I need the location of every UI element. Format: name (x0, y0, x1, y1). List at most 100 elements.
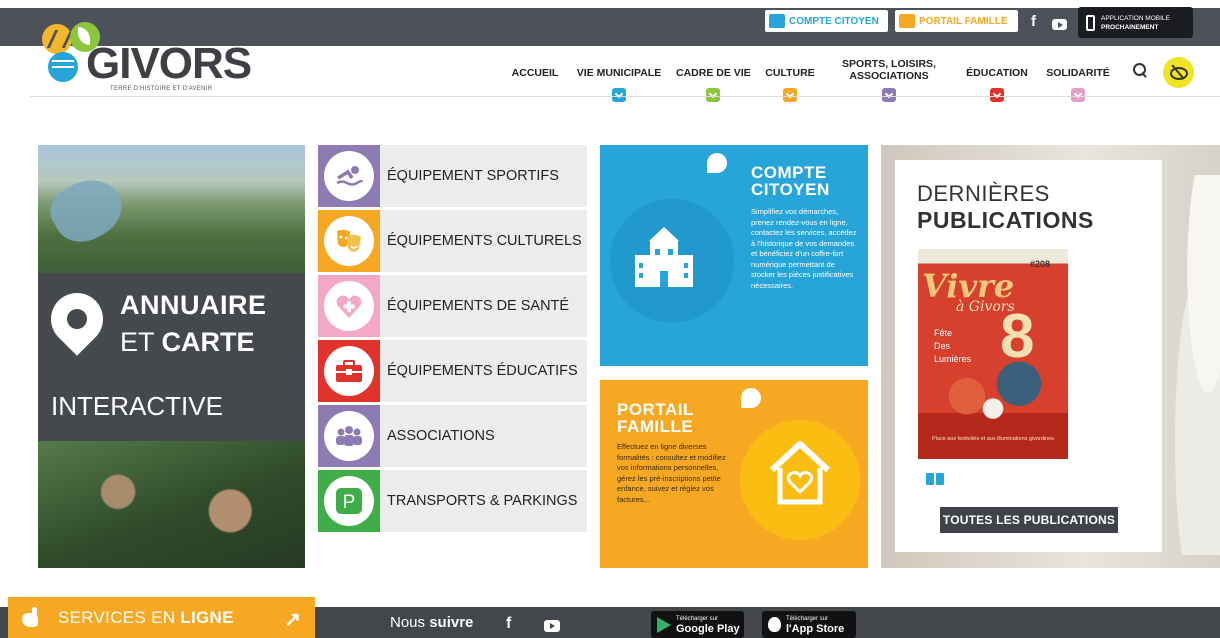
page: COMPTE CITOYEN PORTAIL FAMILLE f APPLICA… (0, 0, 1220, 638)
house-icon (899, 14, 915, 28)
annuaire-title: ANNUAIRE (120, 290, 267, 320)
famille-title-2: FAMILLE (617, 417, 694, 436)
nav-label: SPORTS, LOISIRS, (842, 58, 936, 70)
nav-label: CULTURE (765, 67, 815, 79)
logo-yellow-circle-icon (42, 24, 72, 54)
speech-bubble-icon (741, 388, 761, 408)
associations-item[interactable]: ASSOCIATIONS (318, 405, 587, 467)
annuaire-carte: CARTE (161, 327, 255, 357)
accessibility-eye-icon[interactable] (1163, 57, 1194, 88)
equipment-culturels-item[interactable]: ÉQUIPEMENTS CULTURELS (318, 210, 587, 272)
chevron-down-icon[interactable] (990, 88, 1004, 102)
app-store-button[interactable]: Télécharger sur l'App Store (762, 611, 856, 638)
google-play-icon (657, 616, 671, 633)
arrow-up-right-icon: ↗ (284, 609, 301, 631)
portail-famille-button[interactable]: PORTAIL FAMILLE (895, 10, 1018, 32)
services-en-ligne-button[interactable]: SERVICES EN LIGNE ↗ (8, 597, 315, 638)
magazine-number: #208 (1030, 259, 1051, 269)
google-play-button[interactable]: Télécharger sur Google Play (651, 611, 744, 638)
compte-citoyen-tile[interactable]: COMPTE CITOYEN Simplifiez vos démarches,… (600, 145, 868, 366)
nav-divider (30, 96, 1220, 97)
statue-image (1160, 175, 1220, 555)
footer-facebook-icon[interactable]: f (506, 615, 511, 633)
group-icon (336, 426, 362, 446)
portail-famille-tile[interactable]: PORTAIL FAMILLE Effectuez en ligne diver… (600, 380, 868, 568)
chevron-down-icon[interactable] (612, 88, 626, 102)
magazine-cover[interactable]: #208 Vivre à Givors 8 Fête Des Lumières … (918, 249, 1068, 459)
nav-item-solidarite[interactable]: SOLIDARITÉ (1044, 58, 1112, 108)
magazine-footer: Place aux festivités et aux illumination… (932, 436, 1054, 442)
equipment-culturels-icon-box (318, 210, 380, 272)
equipment-educatifs-item[interactable]: ÉQUIPEMENTS ÉDUCATIFS (318, 340, 587, 402)
equipment-sportifs-icon-box (318, 145, 380, 207)
logo-water-icon (48, 52, 78, 82)
nav-item-accueil[interactable]: ACCUEIL (508, 58, 562, 108)
mobile-app-text: APPLICATION MOBILE PROCHAINEMENT (1101, 14, 1170, 32)
footer-youtube-icon[interactable] (544, 620, 560, 632)
mobile-app-line1: APPLICATION MOBILE (1101, 14, 1170, 22)
equipment-sportifs-item[interactable]: ÉQUIPEMENT SPORTIFS (318, 145, 587, 207)
nav-label: CADRE DE VIE (676, 67, 751, 79)
equipment-label: TRANSPORTS & PARKINGS (387, 493, 578, 509)
search-icon[interactable] (1133, 63, 1149, 79)
chevron-down-icon[interactable] (1071, 88, 1085, 102)
app-store-text: Télécharger sur l'App Store (786, 615, 844, 635)
youtube-icon[interactable] (1052, 19, 1067, 30)
publications-heading-2: PUBLICATIONS (917, 207, 1094, 233)
chevron-down-icon[interactable] (783, 88, 797, 102)
nav-label-line2: ASSOCIATIONS (849, 70, 929, 82)
swimmer-icon (336, 166, 363, 186)
aerial-photo-bottom (38, 441, 305, 568)
famille-title-1: PORTAIL (617, 400, 694, 419)
nav-label: ÉDUCATION (966, 67, 1028, 79)
portail-famille-label: PORTAIL FAMILLE (919, 15, 1008, 27)
annuaire-carte-tile[interactable]: ANNUAIRE ET CARTE INTERACTIVE (38, 145, 305, 568)
equipment-sante-item[interactable]: ÉQUIPEMENTS DE SANTÉ (318, 275, 587, 337)
nav-label: ACCUEIL (511, 67, 559, 79)
famille-description: Effectuez en ligne diverses formalités :… (617, 442, 726, 504)
logo-tagline: TERRE D'HISTOIRE ET D'AVENIR (110, 86, 213, 92)
gp-small: Télécharger sur (676, 615, 719, 622)
heart-cross-icon (336, 295, 362, 318)
magazine-illustration (928, 359, 1058, 421)
nav-item-education[interactable]: ÉDUCATION (962, 58, 1032, 108)
nav-item-cadre-de-vie[interactable]: CADRE DE VIE (676, 58, 751, 108)
house-heart-icon (769, 441, 831, 505)
nav-label: SOLIDARITÉ (1046, 67, 1110, 79)
hand-pointer-icon (18, 606, 44, 629)
equipment-label: ASSOCIATIONS (387, 428, 495, 444)
nav-item-vie-municipale[interactable]: VIE MUNICIPALE (574, 58, 664, 108)
book-open-icon[interactable] (926, 469, 944, 487)
phone-icon (1086, 14, 1095, 31)
mobile-app-button[interactable]: APPLICATION MOBILE PROCHAINEMENT (1078, 7, 1193, 38)
nav-label: VIE MUNICIPALE (576, 67, 662, 79)
gp-big: Google Play (676, 622, 740, 635)
transports-parkings-item[interactable]: P TRANSPORTS & PARKINGS (318, 470, 587, 532)
equipment-label: ÉQUIPEMENTS DE SANTÉ (387, 298, 570, 314)
annuaire-interactive: INTERACTIVE (51, 391, 223, 421)
citoyen-title-1: COMPTE (751, 163, 827, 182)
transports-icon-box: P (318, 470, 380, 532)
citoyen-description: Simplifiez vos démarches, prenez rendez-… (751, 207, 857, 290)
annuaire-subtitle: ET CARTE (120, 327, 255, 358)
equipment-educatifs-icon-box (318, 340, 380, 402)
nav-item-sports-loisirs[interactable]: SPORTS, LOISIRS, ASSOCIATIONS (836, 58, 942, 108)
facebook-icon[interactable]: f (1031, 13, 1036, 30)
annuaire-et: ET (120, 327, 162, 357)
chevron-down-icon[interactable] (882, 88, 896, 102)
nav-item-culture[interactable]: CULTURE (762, 58, 818, 108)
parking-icon: P (336, 488, 362, 514)
chevron-down-icon[interactable] (706, 88, 720, 102)
associations-icon-box (318, 405, 380, 467)
equipment-sante-icon-box (318, 275, 380, 337)
as-big: l'App Store (786, 622, 845, 635)
svg-text:P: P (343, 492, 356, 513)
briefcase-icon (336, 360, 362, 382)
all-publications-button[interactable]: TOUTES LES PUBLICATIONS (940, 507, 1118, 533)
services-label-2: LIGNE (180, 607, 234, 627)
google-play-text: Télécharger sur Google Play (676, 615, 740, 635)
compte-citoyen-button[interactable]: COMPTE CITOYEN (765, 10, 888, 32)
building-icon (769, 14, 785, 28)
givors-logo[interactable]: GIVORS TERRE D'HISTOIRE ET D'AVENIR (38, 12, 252, 94)
nous-suivre-label: Nous suivre (390, 614, 473, 631)
